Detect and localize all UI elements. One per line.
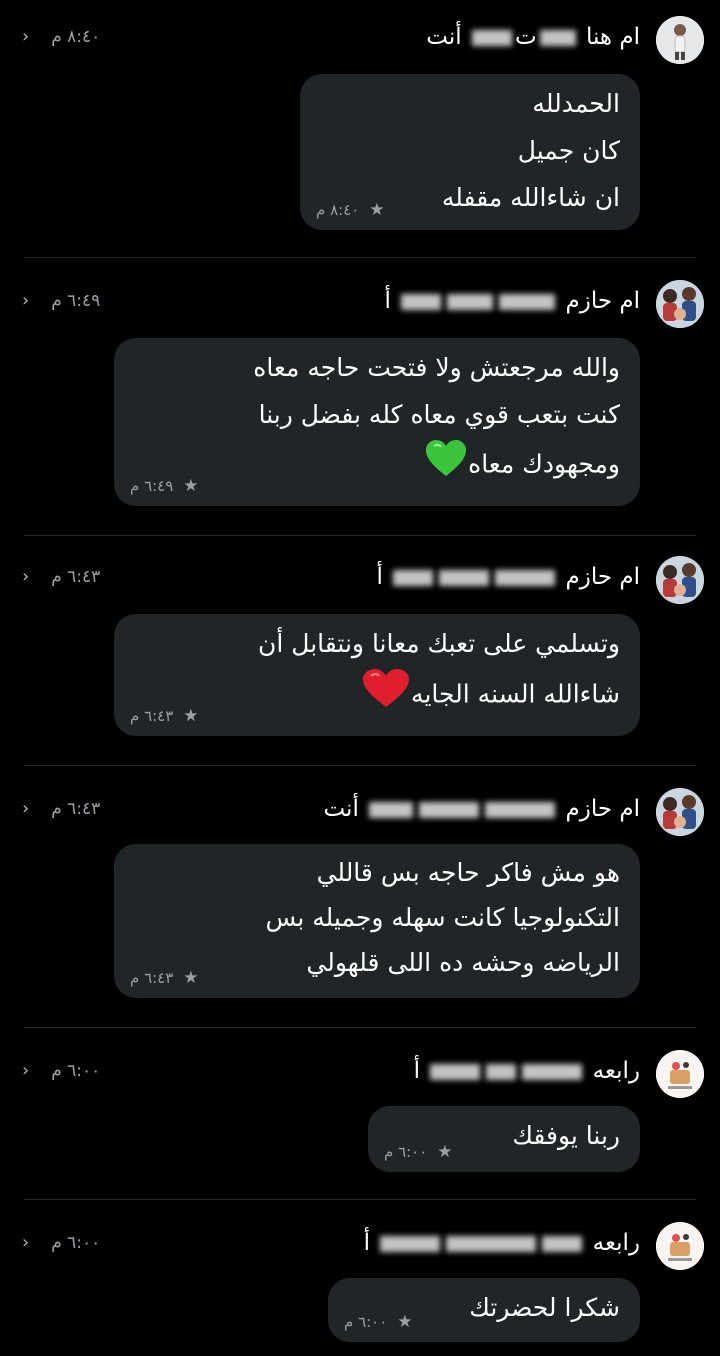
avatar <box>656 1050 704 1098</box>
bubble-meta: ٦:٤٣ م ★ <box>130 706 199 726</box>
message-meta: › ٨:٤٠ م <box>22 26 101 47</box>
star-icon: ★ <box>183 476 199 496</box>
avatar <box>656 1222 704 1270</box>
starred-message-entry[interactable]: ام حازم أ › ٦:٤٩ م والله مرجعتش ولا فتحت … <box>0 258 720 536</box>
starred-message-entry[interactable]: رابعه أ › ٦:٠٠ م ربنا يوفقك ٦:٠٠ م ★ <box>0 1028 720 1200</box>
avatar <box>656 556 704 604</box>
bubble-meta: ٦:٤٣ م ★ <box>130 968 199 988</box>
starred-message-entry[interactable]: ام هنا ت أنت › ٨:٤٠ م الحمدلله كان جميل ان … <box>0 0 720 258</box>
message-text: هو مش فاكر حاجه بس قاللي التكنولوجيا كانت… <box>265 858 620 977</box>
chevron-right-icon[interactable]: › <box>22 26 29 47</box>
star-icon: ★ <box>183 968 199 988</box>
sender-name: ام حازم أنت <box>323 796 640 822</box>
message-bubble[interactable]: هو مش فاكر حاجه بس قاللي التكنولوجيا كانت… <box>114 844 640 998</box>
sender-name: ام هنا ت أنت <box>426 24 640 50</box>
chevron-right-icon[interactable]: › <box>22 1060 29 1081</box>
star-icon: ★ <box>369 200 385 220</box>
message-text: وتسلمي على تعبك معانا ونتقابل أن شاءالله … <box>132 620 620 724</box>
message-bubble[interactable]: وتسلمي على تعبك معانا ونتقابل أن شاءالله … <box>114 614 640 736</box>
starred-message-entry[interactable]: ام حازم أنت › ٦:٤٣ م هو مش فاكر حاجه بس ق… <box>0 766 720 1028</box>
bubble-meta: ٨:٤٠ م ★ <box>316 200 385 220</box>
chevron-right-icon[interactable]: › <box>22 1232 29 1253</box>
message-bubble[interactable]: والله مرجعتش ولا فتحت حاجه معاه كنت بتعب … <box>114 338 640 506</box>
message-meta: › ٦:٤٩ م <box>22 290 101 311</box>
green-heart-emoji <box>424 438 468 493</box>
bubble-meta: ٦:٠٠ م ★ <box>384 1142 453 1162</box>
red-heart-emoji <box>361 667 411 724</box>
sender-name: رابعه أ <box>363 1230 640 1256</box>
chevron-right-icon[interactable]: › <box>22 798 29 819</box>
sender-name: ام حازم أ <box>376 564 640 590</box>
starred-message-entry[interactable]: ام حازم أ › ٦:٤٣ م وتسلمي على تعبك معانا … <box>0 536 720 766</box>
star-icon: ★ <box>397 1312 413 1332</box>
star-icon: ★ <box>437 1142 453 1162</box>
bubble-meta: ٦:٠٠ م ★ <box>344 1312 413 1332</box>
avatar <box>656 280 704 328</box>
starred-message-entry[interactable]: رابعه أ › ٦:٠٠ م شكرا لحضرتك ٦:٠٠ م ★ <box>0 1200 720 1356</box>
bubble-meta: ٦:٤٩ م ★ <box>130 476 199 496</box>
message-bubble[interactable]: الحمدلله كان جميل ان شاءالله مقفله ٨:٤٠ م ★ <box>300 74 640 230</box>
sender-name: رابعه أ <box>413 1058 640 1084</box>
sender-name: ام حازم أ <box>384 288 640 314</box>
message-bubble[interactable]: شكرا لحضرتك ٦:٠٠ م ★ <box>328 1278 640 1342</box>
message-text: والله مرجعتش ولا فتحت حاجه معاه كنت بتعب … <box>132 344 620 493</box>
avatar <box>656 16 704 64</box>
message-meta: › ٦:٠٠ م <box>22 1232 101 1253</box>
message-meta: › ٦:٤٣ م <box>22 798 101 819</box>
message-bubble[interactable]: ربنا يوفقك ٦:٠٠ م ★ <box>368 1106 640 1172</box>
star-icon: ★ <box>183 706 199 726</box>
chevron-right-icon[interactable]: › <box>22 290 29 311</box>
chevron-right-icon[interactable]: › <box>22 566 29 587</box>
message-meta: › ٦:٠٠ م <box>22 1060 101 1081</box>
avatar <box>656 788 704 836</box>
message-meta: › ٦:٤٣ م <box>22 566 101 587</box>
